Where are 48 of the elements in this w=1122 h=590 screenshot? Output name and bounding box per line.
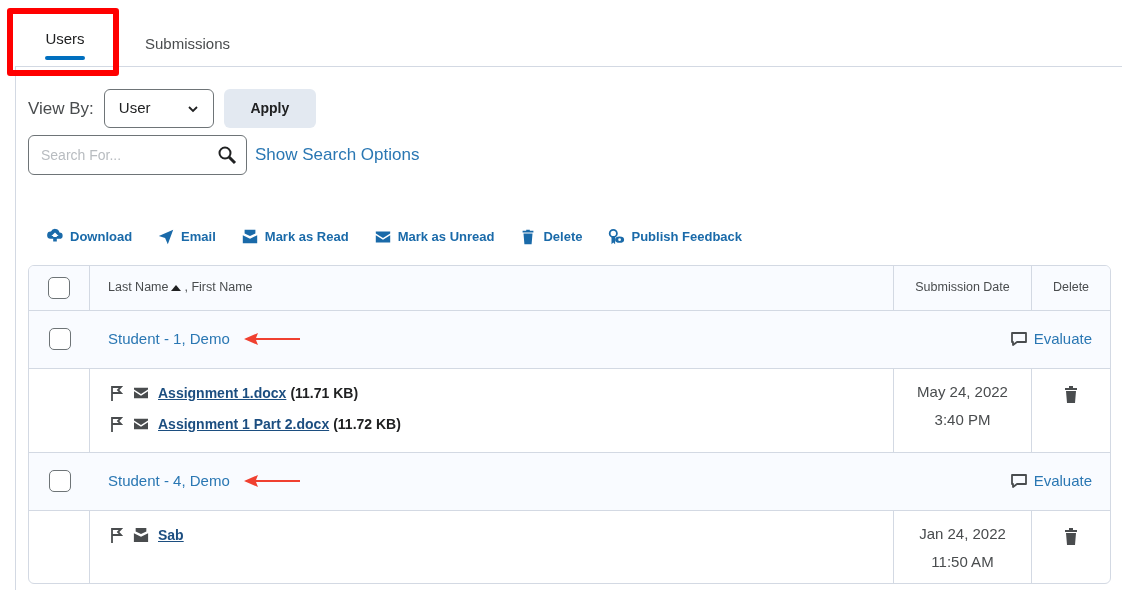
toolbar-button[interactable]: Delete xyxy=(519,227,583,247)
toolbar-button[interactable]: Publish Feedback xyxy=(607,227,743,247)
submission-date: May 24, 2022 xyxy=(917,381,1008,402)
submission-time: 11:50 AM xyxy=(931,552,994,572)
trash-icon xyxy=(1064,384,1078,403)
evaluate-link[interactable]: Evaluate xyxy=(1009,452,1110,510)
column-header[interactable]: Last Name xyxy=(108,278,169,297)
show-search-options-link[interactable]: Show Search Options xyxy=(255,142,420,168)
view-by-dropdown[interactable]: User xyxy=(103,89,214,128)
search-icon xyxy=(217,145,237,165)
file-size: (11.71 KB) xyxy=(290,383,359,403)
toolbar-button[interactable]: Email xyxy=(157,227,216,247)
sort-up-icon xyxy=(171,284,182,291)
speech-bubble-icon xyxy=(1009,331,1028,347)
trash-icon xyxy=(1064,526,1078,545)
toolbar-button[interactable]: Mark as Unread xyxy=(373,227,495,247)
open-envelope-icon xyxy=(240,227,259,246)
view-by-label: View By: xyxy=(28,97,94,120)
file-link[interactable]: Assignment 1 Part 2.docx xyxy=(158,413,330,435)
column-header[interactable]: Submission Date xyxy=(915,278,1010,297)
file-link[interactable]: Sab xyxy=(158,524,184,546)
flag-icon xyxy=(110,385,124,401)
evaluate-link[interactable]: Evaluate xyxy=(1009,310,1110,368)
toolbar-button[interactable]: Download xyxy=(46,227,133,247)
column-header[interactable]: , First Name xyxy=(184,278,253,297)
delete-button[interactable] xyxy=(1064,526,1078,545)
speech-bubble-icon xyxy=(1009,473,1028,489)
chevron-down-icon xyxy=(186,104,199,113)
tab[interactable]: Users xyxy=(45,17,85,65)
student-name-link[interactable]: Student - 4, Demo xyxy=(108,469,230,493)
apply-button[interactable]: Apply xyxy=(223,89,316,128)
ribbon-eye-icon xyxy=(607,227,626,246)
student-name-link[interactable]: Student - 1, Demo xyxy=(108,327,230,351)
file-link[interactable]: Assignment 1.docx xyxy=(158,382,287,404)
checkbox[interactable] xyxy=(48,328,71,350)
paper-plane-icon xyxy=(157,227,176,246)
flag-icon xyxy=(110,527,124,543)
search-field[interactable]: Search For... xyxy=(28,135,247,175)
checkbox[interactable] xyxy=(48,276,70,299)
submission-time: 3:40 PM xyxy=(934,410,991,430)
delete-button[interactable] xyxy=(1064,384,1078,403)
tab[interactable]: Submissions xyxy=(145,22,231,60)
file-size: (11.72 KB) xyxy=(333,414,401,434)
toolbar-button[interactable]: Mark as Read xyxy=(240,227,349,247)
submission-date: Jan 24, 2022 xyxy=(919,523,1006,544)
checkbox[interactable] xyxy=(48,470,71,492)
column-header: Delete xyxy=(1052,279,1090,297)
flag-icon xyxy=(110,416,124,432)
